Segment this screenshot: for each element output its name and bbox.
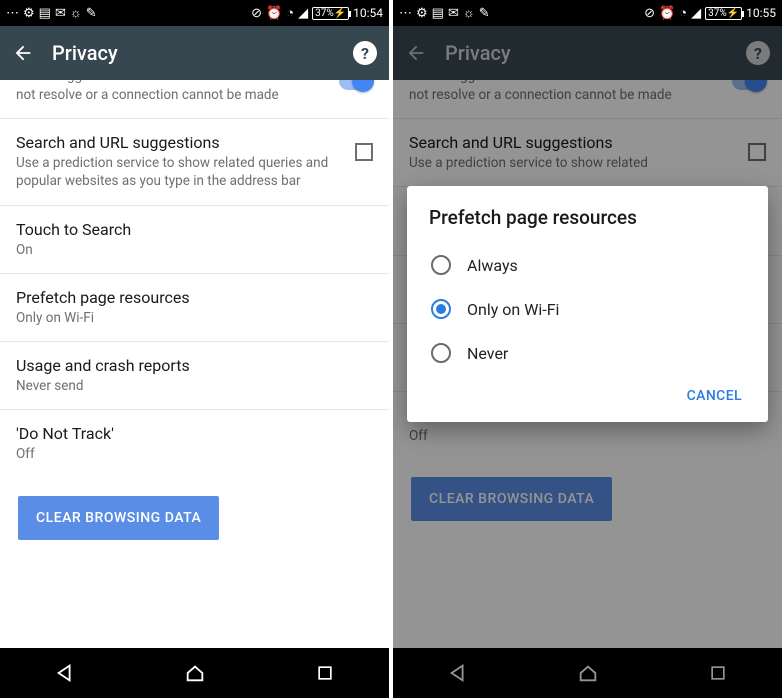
setting-row-prefetch[interactable]: Prefetch page resources Only on Wi-Fi [0,274,389,342]
status-bar: ⋯ ⚙ ▤ ✉ ☼ ✎ ⊘ ⏰ ◔ ◢ 37%⚡ 10:55 [393,0,782,26]
app-bar: Privacy ? [0,26,389,80]
radio-label: Only on Wi-Fi [467,300,559,319]
radio-label: Always [467,256,518,275]
setting-secondary: Never send [16,377,373,395]
setting-row-dnt[interactable]: 'Do Not Track' Off [0,410,389,477]
block-icon: ⊘ [251,7,262,20]
setting-primary: 'Do Not Track' [16,424,373,443]
sun-icon: ☼ [463,7,475,20]
bulb-icon: ⚙ [416,7,428,20]
clock: 10:55 [746,6,776,20]
phone-right: ⋯ ⚙ ▤ ✉ ☼ ✎ ⊘ ⏰ ◔ ◢ 37%⚡ 10:55 Privacy ?… [393,0,782,698]
setting-primary: Touch to Search [16,220,373,239]
radio-icon [431,255,451,275]
dialog-cancel-button[interactable]: CANCEL [687,388,742,404]
mail-icon: ✉ [448,7,459,20]
signal-icon: ◢ [691,7,701,20]
dialog-title: Prefetch page resources [429,206,746,229]
nav-home-icon[interactable] [184,662,206,684]
block-icon: ⊘ [644,7,655,20]
setting-secondary: Use a prediction service to show related… [16,154,345,190]
more-icon: ⋯ [399,7,412,20]
picture-icon: ▤ [432,7,444,20]
radio-option-always[interactable]: Always [429,243,746,287]
alarm-icon: ⏰ [266,7,282,20]
setting-row-usage-reports[interactable]: Usage and crash reports Never send [0,342,389,410]
radio-option-never[interactable]: Never [429,331,746,375]
setting-row-touch-search[interactable]: Touch to Search On [0,206,389,274]
mail-icon: ✉ [55,7,66,20]
bulb-icon: ⚙ [23,7,35,20]
nav-bar [0,648,389,698]
radio-label: Never [467,344,508,363]
page-title: Privacy [52,41,335,65]
setting-row-nav-error[interactable]: Show suggestions when a web address does… [0,80,389,119]
radio-option-wifi[interactable]: Only on Wi-Fi [429,287,746,331]
battery-indicator: 37%⚡ [312,7,349,20]
phone-left: ⋯ ⚙ ▤ ✉ ☼ ✎ ⊘ ⏰ ◔ ◢ 37%⚡ 10:54 Privacy ?… [0,0,389,698]
setting-secondary: not resolve or a connection cannot be ma… [16,86,329,104]
wifi-icon: ◔ [679,7,687,20]
prefetch-dialog: Prefetch page resources Always Only on W… [407,186,768,422]
setting-primary: Prefetch page resources [16,288,373,307]
help-icon[interactable]: ? [353,41,377,65]
setting-primary: Search and URL suggestions [16,133,345,152]
setting-secondary: On [16,241,373,259]
edit-icon: ✎ [86,7,97,20]
radio-icon [431,343,451,363]
clear-browsing-data-button[interactable]: CLEAR BROWSING DATA [18,496,219,540]
picture-icon: ▤ [39,7,51,20]
setting-secondary: Off [16,445,373,463]
settings-list: Show suggestions when a web address does… [0,80,389,648]
clock: 10:54 [353,6,383,20]
sun-icon: ☼ [70,7,82,20]
toggle-switch[interactable] [339,80,373,90]
setting-secondary: Only on Wi-Fi [16,309,373,327]
clear-data-wrap: CLEAR BROWSING DATA [0,478,389,558]
more-icon: ⋯ [6,7,19,20]
alarm-icon: ⏰ [659,7,675,20]
checkbox[interactable] [355,143,373,161]
signal-icon: ◢ [298,7,308,20]
back-arrow-icon[interactable] [12,42,34,64]
setting-row-search-suggestions[interactable]: Search and URL suggestions Use a predict… [0,119,389,205]
wifi-icon: ◔ [286,7,294,20]
nav-back-icon[interactable] [54,662,76,684]
status-bar: ⋯ ⚙ ▤ ✉ ☼ ✎ ⊘ ⏰ ◔ ◢ 37%⚡ 10:54 [0,0,389,26]
edit-icon: ✎ [479,7,490,20]
setting-primary: Usage and crash reports [16,356,373,375]
radio-icon [431,299,451,319]
nav-recent-icon[interactable] [315,663,335,683]
battery-indicator: 37%⚡ [705,7,742,20]
